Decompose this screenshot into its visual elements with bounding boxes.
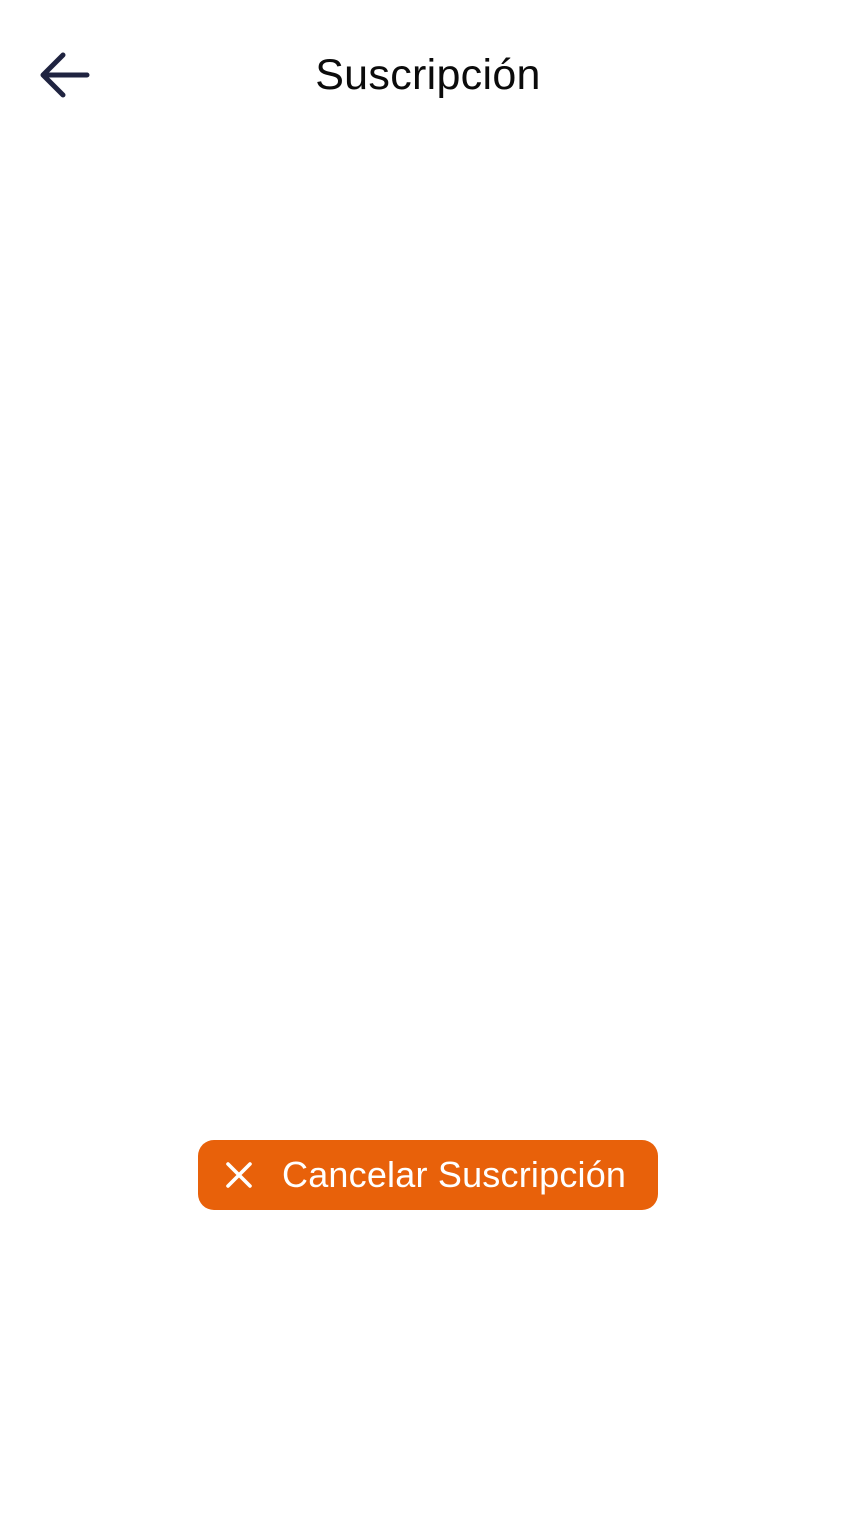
close-icon xyxy=(222,1158,256,1192)
cancel-subscription-label: Cancelar Suscripción xyxy=(282,1154,627,1195)
subscription-content xyxy=(0,150,856,1522)
app-header: Suscripción xyxy=(0,0,856,150)
page-title: Suscripción xyxy=(315,51,541,99)
cancel-subscription-button[interactable]: Cancelar Suscripción xyxy=(198,1140,658,1210)
subscription-screen: Suscripción Cancelar Suscripción xyxy=(0,0,856,1522)
